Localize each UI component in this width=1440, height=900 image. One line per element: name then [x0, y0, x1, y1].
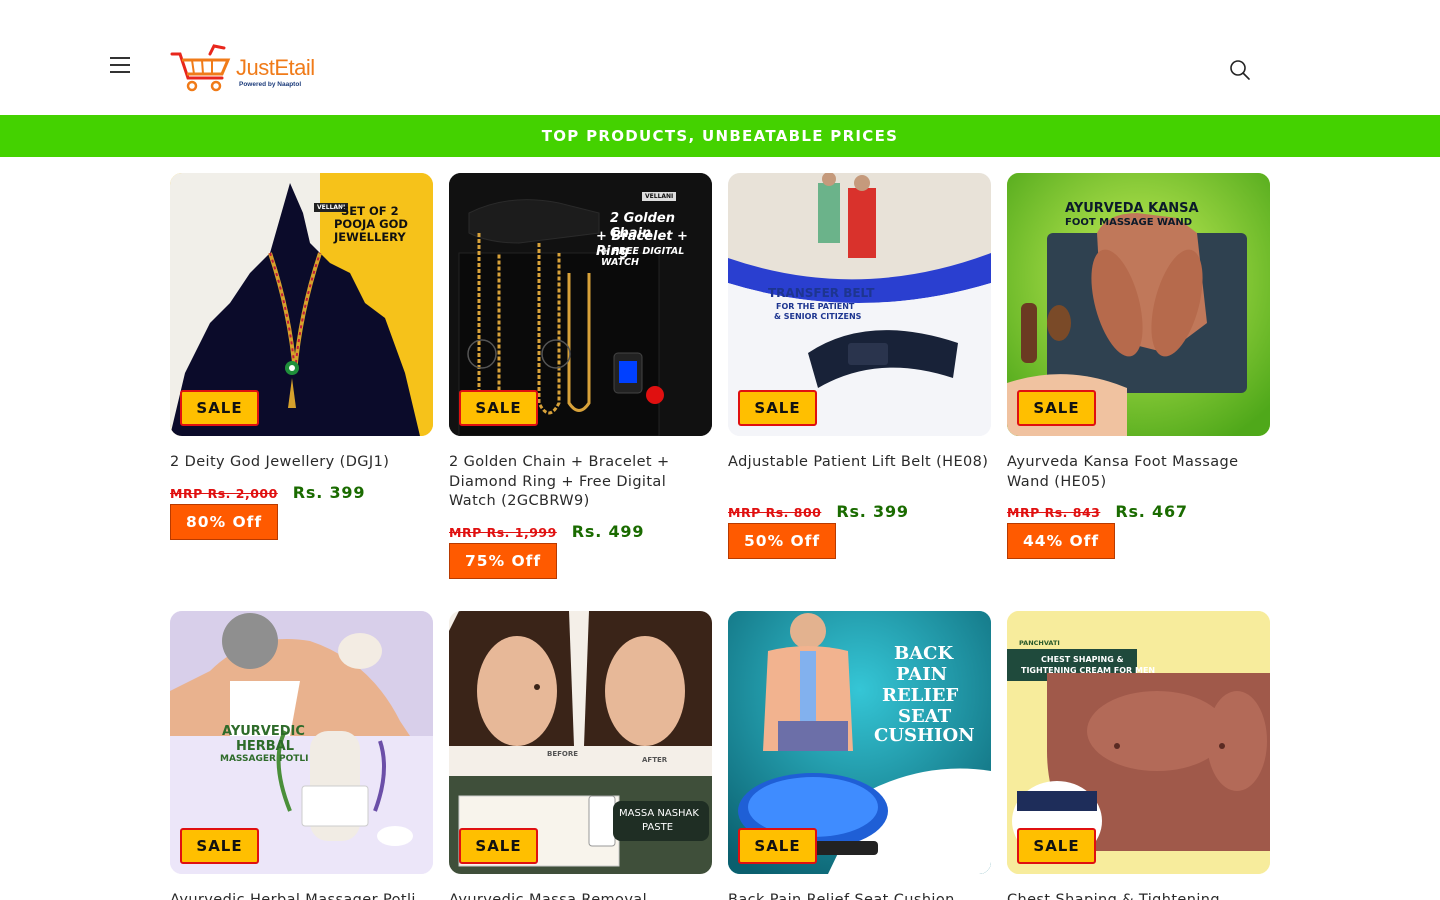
product-image[interactable]: TRANSFER BELT FOR THE PATIENT & SENIOR C… — [728, 173, 991, 436]
image-caption: AYURVEDIC — [222, 724, 305, 739]
discount-badge: 75% Off — [449, 543, 558, 579]
product-title[interactable]: Ayurvedic Herbal Massager Potli — [170, 891, 433, 900]
product-image[interactable]: AYURVEDIC HERBAL MASSAGER POTLI SALE — [170, 611, 433, 874]
discount-badge: 44% Off — [1007, 523, 1116, 559]
product-image[interactable]: PANCHVATI CHEST SHAPING & TIGHTENING CRE… — [1007, 611, 1270, 874]
image-caption: CUSHION — [874, 725, 975, 746]
sale-badge: SALE — [738, 390, 817, 426]
product-title[interactable]: Ayurveda Kansa Foot Massage Wand (HE05) — [1007, 453, 1270, 492]
price-row: MRP Rs. 2,000 Rs. 399 — [170, 483, 365, 502]
image-brand: PANCHVATI — [1019, 639, 1060, 647]
image-caption: SET OF 2 — [341, 204, 399, 218]
image-caption: TIGHTENING CREAM FOR MEN — [1021, 666, 1156, 675]
sale-badge: SALE — [459, 828, 538, 864]
announcement-bar: TOP PRODUCTS, UNBEATABLE PRICES — [0, 115, 1440, 157]
image-caption: RELIEF — [882, 685, 959, 706]
product-title[interactable]: Ayurvedic Massa Removal — [449, 891, 712, 900]
image-caption: MASSA NASHAK — [619, 808, 699, 819]
image-caption: PAIN — [896, 664, 948, 685]
price-row: MRP Rs. 1,999 Rs. 499 — [449, 522, 644, 541]
mrp-price: MRP Rs. 843 — [1007, 505, 1101, 520]
product-image[interactable]: BACK PAIN RELIEF SEAT CUSHION SALE — [728, 611, 991, 874]
logo-text: JustEtail — [236, 55, 315, 80]
mrp-price: MRP Rs. 2,000 — [170, 486, 278, 501]
product-title[interactable]: Back Pain Relief Seat Cushion — [728, 891, 991, 900]
menu-icon[interactable] — [104, 50, 136, 82]
image-caption: FOR THE PATIENT — [776, 302, 855, 311]
search-icon[interactable] — [1226, 56, 1254, 84]
sale-price: Rs. 399 — [836, 502, 909, 521]
image-caption: TRANSFER BELT — [768, 286, 875, 300]
price-row: MRP Rs. 800 Rs. 399 — [728, 502, 909, 521]
sale-price: Rs. 499 — [571, 522, 645, 541]
image-caption: HERBAL — [236, 739, 295, 754]
product-image[interactable]: BEFORE AFTER MASSA NASHAK PASTE SALE — [449, 611, 712, 874]
sale-badge: SALE — [180, 390, 259, 426]
image-caption: PASTE — [642, 822, 674, 833]
image-brand: VELLANI — [642, 192, 677, 201]
image-caption: AFTER — [642, 756, 668, 764]
product-title[interactable]: Chest Shaping & Tightening — [1007, 891, 1270, 900]
image-caption: BEFORE — [547, 750, 579, 758]
sale-badge: SALE — [459, 390, 538, 426]
image-caption: & SENIOR CITIZENS — [774, 312, 862, 321]
product-image[interactable]: VELLANI SET OF 2 POOJA GOD JEWELLERY SAL… — [170, 173, 433, 436]
image-caption: SEAT — [898, 706, 952, 727]
product-title[interactable]: 2 Deity God Jewellery (DGJ1) — [170, 453, 433, 473]
sale-badge: SALE — [738, 828, 817, 864]
logo-subtitle: Powered by Naaptol — [239, 81, 302, 88]
price-row: MRP Rs. 843 Rs. 467 — [1007, 502, 1188, 521]
image-caption: FOOT MASSAGE WAND — [1065, 217, 1193, 228]
logo[interactable]: JustEtail Powered by Naaptol — [170, 44, 315, 96]
product-title[interactable]: 2 Golden Chain + Bracelet + Diamond Ring… — [449, 453, 712, 512]
image-caption: BACK — [894, 643, 954, 664]
mrp-price: MRP Rs. 800 — [728, 505, 822, 520]
sale-badge: SALE — [1017, 828, 1096, 864]
sale-price: Rs. 399 — [292, 483, 366, 502]
sale-price: Rs. 467 — [1115, 502, 1188, 521]
image-caption: AYURVEDA KANSA — [1065, 201, 1199, 216]
announcement-text: TOP PRODUCTS, UNBEATABLE PRICES — [541, 127, 899, 145]
image-caption: CHEST SHAPING & — [1041, 655, 1124, 664]
image-caption: POOJA GOD — [334, 217, 408, 231]
sale-badge: SALE — [180, 828, 259, 864]
image-caption: MASSAGER POTLI — [220, 754, 309, 764]
cart-icon — [170, 44, 231, 92]
mrp-price: MRP Rs. 1,999 — [449, 525, 557, 540]
discount-badge: 50% Off — [728, 523, 837, 559]
image-caption: JEWELLERY — [334, 230, 406, 244]
product-title[interactable]: Adjustable Patient Lift Belt (HE08) — [728, 453, 991, 473]
product-image[interactable]: VELLANI 2 Golden Chain + Bracelet + Ring… — [449, 173, 712, 436]
product-image[interactable]: AYURVEDA KANSA FOOT MASSAGE WAND SALE — [1007, 173, 1270, 436]
image-caption: + FREE DIGITAL WATCH — [601, 246, 685, 268]
sale-badge: SALE — [1017, 390, 1096, 426]
site-header: JustEtail Powered by Naaptol — [0, 0, 1440, 115]
discount-badge: 80% Off — [170, 504, 279, 540]
